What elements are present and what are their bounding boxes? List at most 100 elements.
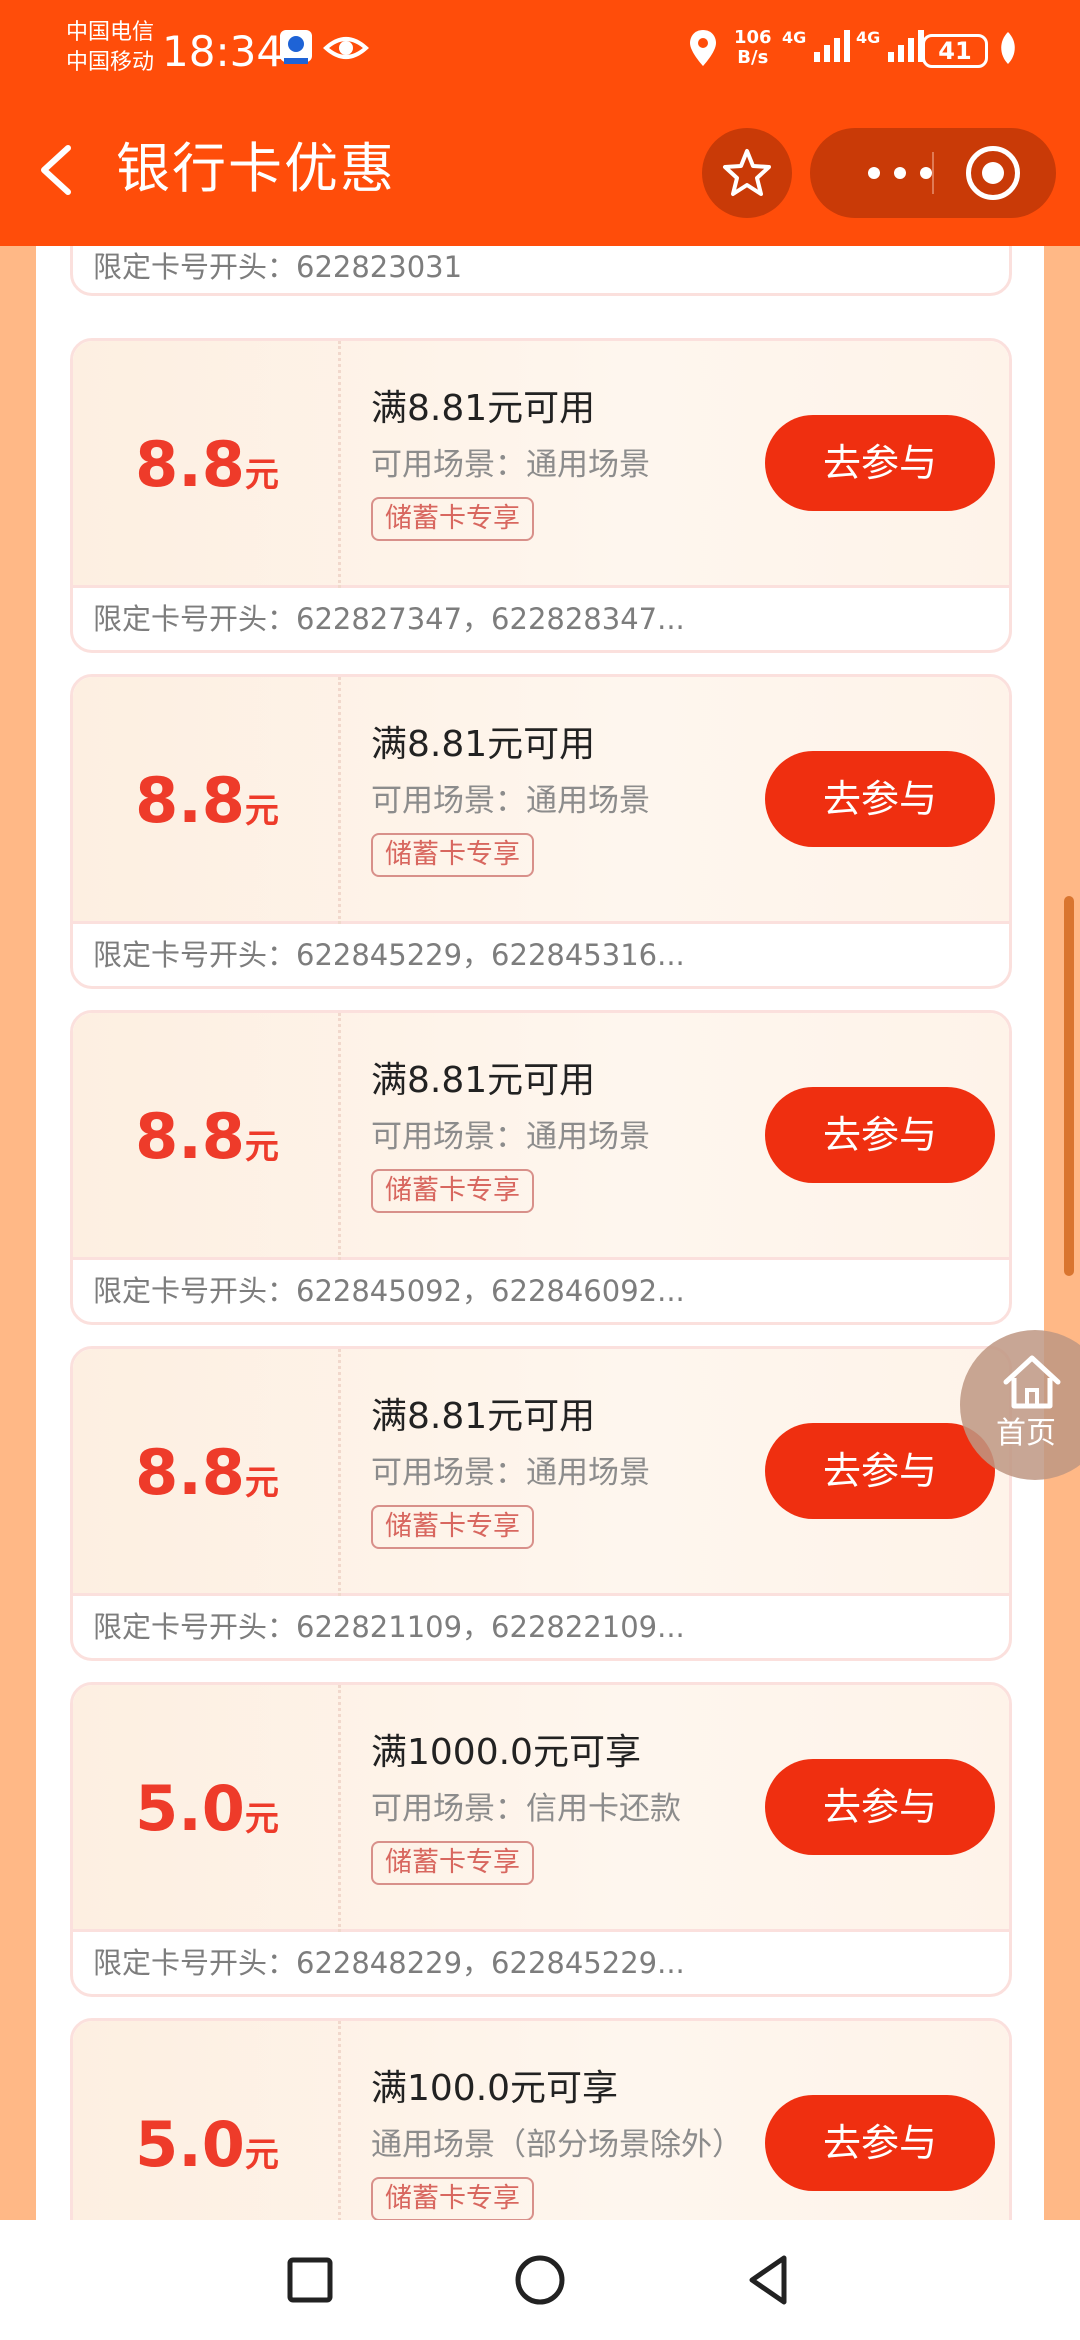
card-prefix: 限定卡号开头：622845229，622845316... (93, 938, 685, 972)
coupon-card: 8.8元 满8.81元可用 可用场景：通用场景 储蓄卡专享 去参与 限定卡号开头… (70, 1346, 1012, 1661)
amount-value: 5.0 (135, 2108, 245, 2181)
debit-card-tag: 储蓄卡专享 (371, 497, 534, 541)
coupon-ticket: 5.0元 满1000.0元可享 可用场景：信用卡还款 储蓄卡专享 去参与 (73, 1685, 1009, 1932)
amount-value: 8.8 (135, 1100, 245, 1173)
join-button[interactable]: 去参与 (765, 2095, 995, 2191)
scrollbar[interactable] (1064, 896, 1074, 1276)
card-prefix: 限定卡号开头：622848229，622845229... (93, 1946, 685, 1980)
coupon-stub: 5.0元 (73, 1685, 341, 1932)
back-system-button[interactable] (740, 2250, 800, 2310)
coupon-condition: 满8.81元可用 (371, 1060, 596, 1101)
coupon-card: 8.8元 满8.81元可用 可用场景：通用场景 储蓄卡专享 去参与 限定卡号开头… (70, 1010, 1012, 1325)
coupon-amount: 8.8元 (73, 761, 341, 851)
coupon-scene: 通用场景（部分场景除外） (371, 2127, 743, 2163)
leaf-icon (996, 28, 1020, 72)
join-button[interactable]: 去参与 (765, 751, 995, 847)
status-bar: 中国电信 中国移动 18:34 106 B/s 4G 4G 41 (0, 0, 1080, 100)
coupon-ticket: 8.8元 满8.81元可用 可用场景：通用场景 储蓄卡专享 去参与 (73, 341, 1009, 588)
coupon-ticket: 8.8元 满8.81元可用 可用场景：通用场景 储蓄卡专享 去参与 (73, 1349, 1009, 1596)
coupon-amount: 8.8元 (73, 425, 341, 515)
coupon-condition: 满1000.0元可享 (371, 1732, 641, 1773)
coupon-amount: 8.8元 (73, 1097, 341, 1187)
more-button[interactable] (840, 128, 960, 218)
amount-unit: 元 (244, 2135, 279, 2175)
amount-unit: 元 (244, 791, 279, 831)
amount-unit: 元 (244, 1463, 279, 1503)
circle-icon (515, 2255, 565, 2305)
coupon-scene: 可用场景：通用场景 (371, 1455, 650, 1491)
close-program-button[interactable] (966, 146, 1020, 200)
battery-indicator: 41 (922, 34, 988, 68)
coupon-condition: 满8.81元可用 (371, 388, 596, 429)
capsule-divider (932, 152, 934, 194)
star-icon (723, 149, 771, 196)
coupon-list[interactable]: 限定卡号开头：622823031 8.8元 满8.81元可用 可用场景：通用场景… (36, 246, 1044, 2220)
signal-bars-icon (887, 30, 924, 62)
debit-card-tag: 储蓄卡专享 (371, 1841, 534, 1885)
recent-apps-button[interactable] (280, 2250, 340, 2310)
card-prefix: 限定卡号开头：622827347，622828347... (93, 602, 685, 636)
coupon-scene: 可用场景：通用场景 (371, 1119, 650, 1155)
amount-unit: 元 (244, 1127, 279, 1167)
netspeed-unit: B/s (737, 47, 769, 68)
coupon-condition: 满8.81元可用 (371, 724, 596, 765)
amount-value: 5.0 (135, 1772, 245, 1845)
card-prefix: 限定卡号开头：622845092，622846092... (93, 1274, 685, 1308)
square-icon (287, 2257, 333, 2303)
home-icon (1003, 1355, 1061, 1409)
coupon-card: 限定卡号开头：622823031 (70, 246, 1012, 296)
coupon-stub: 8.8元 (73, 1013, 341, 1260)
amount-value: 8.8 (135, 1436, 245, 1509)
amount-unit: 元 (244, 1799, 279, 1839)
coupon-stub: 8.8元 (73, 341, 341, 588)
more-dot (894, 167, 906, 179)
home-label: 首页 (996, 1416, 1056, 1451)
coupon-amount: 5.0元 (73, 2105, 341, 2195)
join-button[interactable]: 去参与 (765, 1087, 995, 1183)
coupon-scene: 可用场景：信用卡还款 (371, 1791, 681, 1827)
carrier-1: 中国电信 (66, 20, 155, 45)
home-system-button[interactable] (510, 2250, 570, 2310)
debit-card-tag: 储蓄卡专享 (371, 2177, 534, 2220)
carrier-info: 中国电信 中国移动 (66, 18, 154, 78)
coupon-stub: 5.0元 (73, 2021, 341, 2220)
nav-row: 银行卡优惠 (0, 110, 1080, 230)
debit-card-tag: 储蓄卡专享 (371, 1169, 534, 1213)
top-bar: 中国电信 中国移动 18:34 106 B/s 4G 4G 41 银行卡优惠 (0, 0, 1080, 246)
join-button[interactable]: 去参与 (765, 415, 995, 511)
coupon-condition: 满8.81元可用 (371, 1396, 596, 1437)
coupon-card: 5.0元 满100.0元可享 通用场景（部分场景除外） 储蓄卡专享 去参与 (70, 2018, 1012, 2220)
more-dot (920, 167, 932, 179)
coupon-ticket: 8.8元 满8.81元可用 可用场景：通用场景 储蓄卡专享 去参与 (73, 1013, 1009, 1260)
netspeed-value: 106 (734, 27, 772, 48)
coupon-ticket: 5.0元 满100.0元可享 通用场景（部分场景除外） 储蓄卡专享 去参与 (73, 2021, 1009, 2220)
coupon-ticket: 8.8元 满8.81元可用 可用场景：通用场景 储蓄卡专享 去参与 (73, 677, 1009, 924)
coupon-card: 8.8元 满8.81元可用 可用场景：通用场景 储蓄卡专享 去参与 限定卡号开头… (70, 674, 1012, 989)
location-icon (688, 28, 718, 72)
more-dots-icon (868, 167, 880, 179)
triangle-back-icon (749, 2255, 787, 2305)
signal-2: 4G (856, 28, 926, 64)
clock: 18:34 (162, 27, 284, 76)
back-arrow-icon (41, 145, 71, 195)
signal-2-label: 4G (856, 28, 881, 47)
debit-card-tag: 储蓄卡专享 (371, 1505, 534, 1549)
card-prefix: 限定卡号开头：622821109，622822109... (93, 1610, 685, 1644)
coupon-amount: 5.0元 (73, 1769, 341, 1859)
back-button[interactable] (30, 140, 90, 200)
signal-bars-icon (813, 30, 850, 62)
amount-unit: 元 (244, 455, 279, 495)
coupon-scene: 可用场景：通用场景 (371, 783, 650, 819)
eye-icon (322, 28, 370, 72)
signal-1: 4G (782, 28, 852, 64)
coupon-card: 5.0元 满1000.0元可享 可用场景：信用卡还款 储蓄卡专享 去参与 限定卡… (70, 1682, 1012, 1997)
system-nav-bar (0, 2220, 1080, 2340)
coupon-condition: 满100.0元可享 (371, 2068, 619, 2109)
join-button[interactable]: 去参与 (765, 1759, 995, 1855)
coupon-stub: 8.8元 (73, 1349, 341, 1596)
favorite-button[interactable] (702, 128, 792, 218)
amount-value: 8.8 (135, 428, 245, 501)
join-button[interactable]: 去参与 (765, 1423, 995, 1519)
carrier-2: 中国移动 (66, 50, 155, 75)
coupon-amount: 8.8元 (73, 1433, 341, 1523)
